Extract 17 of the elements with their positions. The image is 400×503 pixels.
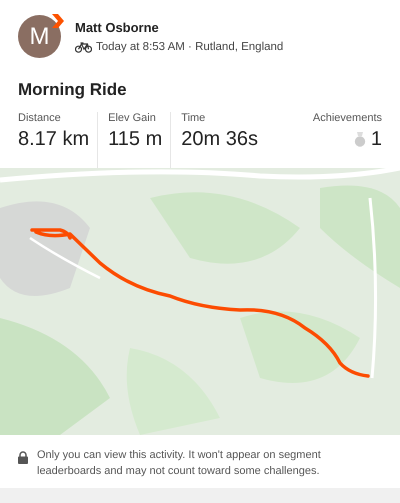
stat-label: Elev Gain (108, 112, 157, 124)
bicycle-icon (75, 42, 92, 52)
avatar[interactable]: M (18, 15, 61, 58)
lock-icon (18, 451, 28, 464)
medal-icon (354, 132, 366, 147)
athlete-name[interactable]: Matt Osborne (75, 20, 284, 35)
stat-value: 8.17 km (18, 128, 90, 151)
privacy-note: Only you can view this activity. It won't appear on segment leaderboards and may not count toward some challenges. (37, 448, 322, 479)
stat-value: 20m 36s (181, 128, 258, 151)
stat-label: Achievements (312, 112, 382, 124)
stat-value: 115 m (108, 128, 162, 151)
stat-label: Distance (18, 112, 62, 124)
chevron-badge-icon (52, 14, 64, 28)
stat-value: 1 (370, 128, 382, 151)
activity-title: Morning Ride (18, 80, 128, 100)
stat-label: Time (181, 112, 206, 124)
activity-meta: Today at 8:53 AM · Rutland, England (96, 41, 284, 53)
